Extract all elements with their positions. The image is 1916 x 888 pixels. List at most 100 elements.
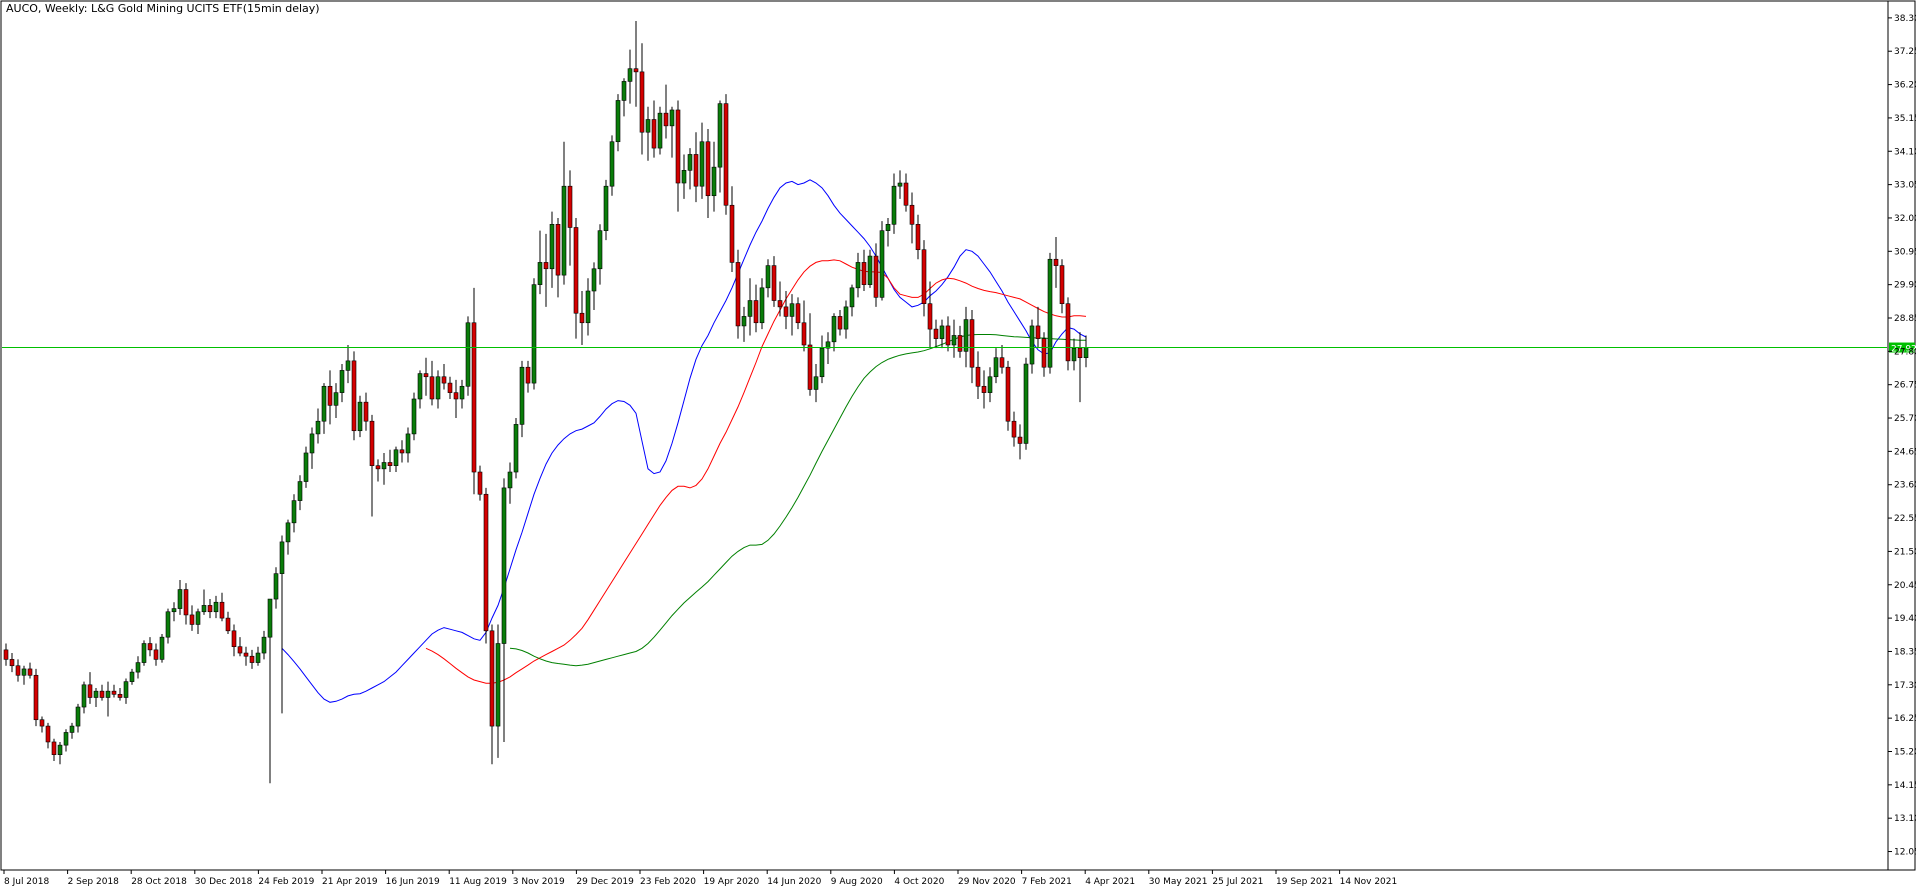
candle xyxy=(225,611,231,634)
candle xyxy=(627,49,633,104)
candle-body-down xyxy=(555,224,561,276)
candle-body-up xyxy=(681,170,687,184)
candle xyxy=(651,100,657,158)
candle xyxy=(507,462,513,504)
candle-body-down xyxy=(543,262,549,270)
candle xyxy=(171,602,177,622)
candle xyxy=(3,643,9,666)
candle xyxy=(981,370,987,409)
candle-body-down xyxy=(1011,420,1017,438)
time-tick-label: 25 Jul 2021 xyxy=(1212,877,1263,887)
candle-body-up xyxy=(879,230,885,298)
time-tick-label: 28 Oct 2018 xyxy=(131,877,187,887)
candle-body-down xyxy=(525,366,531,384)
candle-body-up xyxy=(891,185,897,225)
candle-body-up xyxy=(495,643,501,727)
price-tick-label: 37.25 xyxy=(1894,47,1916,57)
candle-body-down xyxy=(51,741,57,755)
candle xyxy=(459,379,465,409)
candle-body-down xyxy=(477,471,483,495)
candle-body-up xyxy=(765,265,771,289)
candle xyxy=(999,344,1005,374)
time-tick-label: 29 Dec 2019 xyxy=(576,877,634,887)
candle xyxy=(513,418,519,479)
candle-body-down xyxy=(573,227,579,314)
candle-body-up xyxy=(267,598,273,638)
candle xyxy=(411,392,417,441)
candle xyxy=(285,519,291,555)
candle xyxy=(537,230,543,295)
candle-body-up xyxy=(213,601,219,613)
candle xyxy=(657,106,663,155)
price-tick-label: 21.50 xyxy=(1894,547,1916,557)
price-tick-label: 22.55 xyxy=(1894,514,1916,524)
candle-body-up xyxy=(357,401,363,432)
price-tick-label: 28.85 xyxy=(1894,314,1916,324)
candle-body-down xyxy=(807,344,813,390)
candle xyxy=(267,598,273,784)
candle xyxy=(75,703,81,733)
candle xyxy=(213,595,219,619)
candle xyxy=(339,364,345,403)
candle xyxy=(1065,297,1071,371)
candle xyxy=(21,665,27,685)
candle-body-down xyxy=(369,420,375,466)
candle-body-up xyxy=(309,433,315,454)
candle-body-down xyxy=(447,382,453,393)
candle xyxy=(759,278,765,330)
candle-body-up xyxy=(513,424,519,473)
candle-body-up xyxy=(885,224,891,231)
candle-body-up xyxy=(585,290,591,324)
candle xyxy=(93,687,99,708)
candle xyxy=(351,351,357,441)
candle xyxy=(747,278,753,336)
candle-body-up xyxy=(291,500,297,524)
candle xyxy=(567,170,573,266)
candle-body-down xyxy=(735,262,741,327)
price-tick-label: 36.20 xyxy=(1894,81,1916,91)
candle xyxy=(1035,306,1041,349)
candle xyxy=(483,487,489,644)
time-tick-label: 30 May 2021 xyxy=(1149,877,1208,887)
candle-body-up xyxy=(561,185,567,276)
candle xyxy=(789,294,795,336)
candle-body-up xyxy=(177,589,183,609)
candle-body-down xyxy=(375,465,381,470)
candle-body-down xyxy=(1005,366,1011,422)
candle xyxy=(405,427,411,463)
candle-body-down xyxy=(207,605,213,613)
candle xyxy=(153,643,159,666)
candle-body-down xyxy=(975,366,981,387)
candle-body-up xyxy=(315,420,321,435)
candle-body-up xyxy=(159,636,165,660)
candle-body-up xyxy=(417,373,423,400)
candle xyxy=(585,278,591,336)
candle-body-down xyxy=(183,589,189,616)
candle xyxy=(945,316,951,352)
candle xyxy=(429,360,435,406)
candle-body-up xyxy=(297,481,303,501)
candle-body-up xyxy=(741,316,747,327)
candle xyxy=(867,249,873,288)
price-tick-label: 35.15 xyxy=(1894,114,1916,124)
candle xyxy=(417,370,423,409)
candle xyxy=(705,129,711,218)
candle-body-down xyxy=(639,71,645,133)
candle xyxy=(297,475,303,511)
candle xyxy=(249,649,255,669)
candle xyxy=(423,357,429,396)
candle xyxy=(69,722,75,739)
candle xyxy=(237,637,243,657)
candle-body-down xyxy=(1035,325,1041,339)
candle-body-down xyxy=(693,154,699,187)
candle xyxy=(753,284,759,333)
candle-body-up xyxy=(105,690,111,698)
candle xyxy=(819,335,825,384)
candle-body-down xyxy=(489,630,495,727)
candle-body-down xyxy=(753,300,759,324)
candle xyxy=(1017,424,1023,460)
candle xyxy=(849,284,855,317)
candle xyxy=(9,653,15,673)
candle xyxy=(531,278,537,390)
candle-body-up xyxy=(597,230,603,270)
